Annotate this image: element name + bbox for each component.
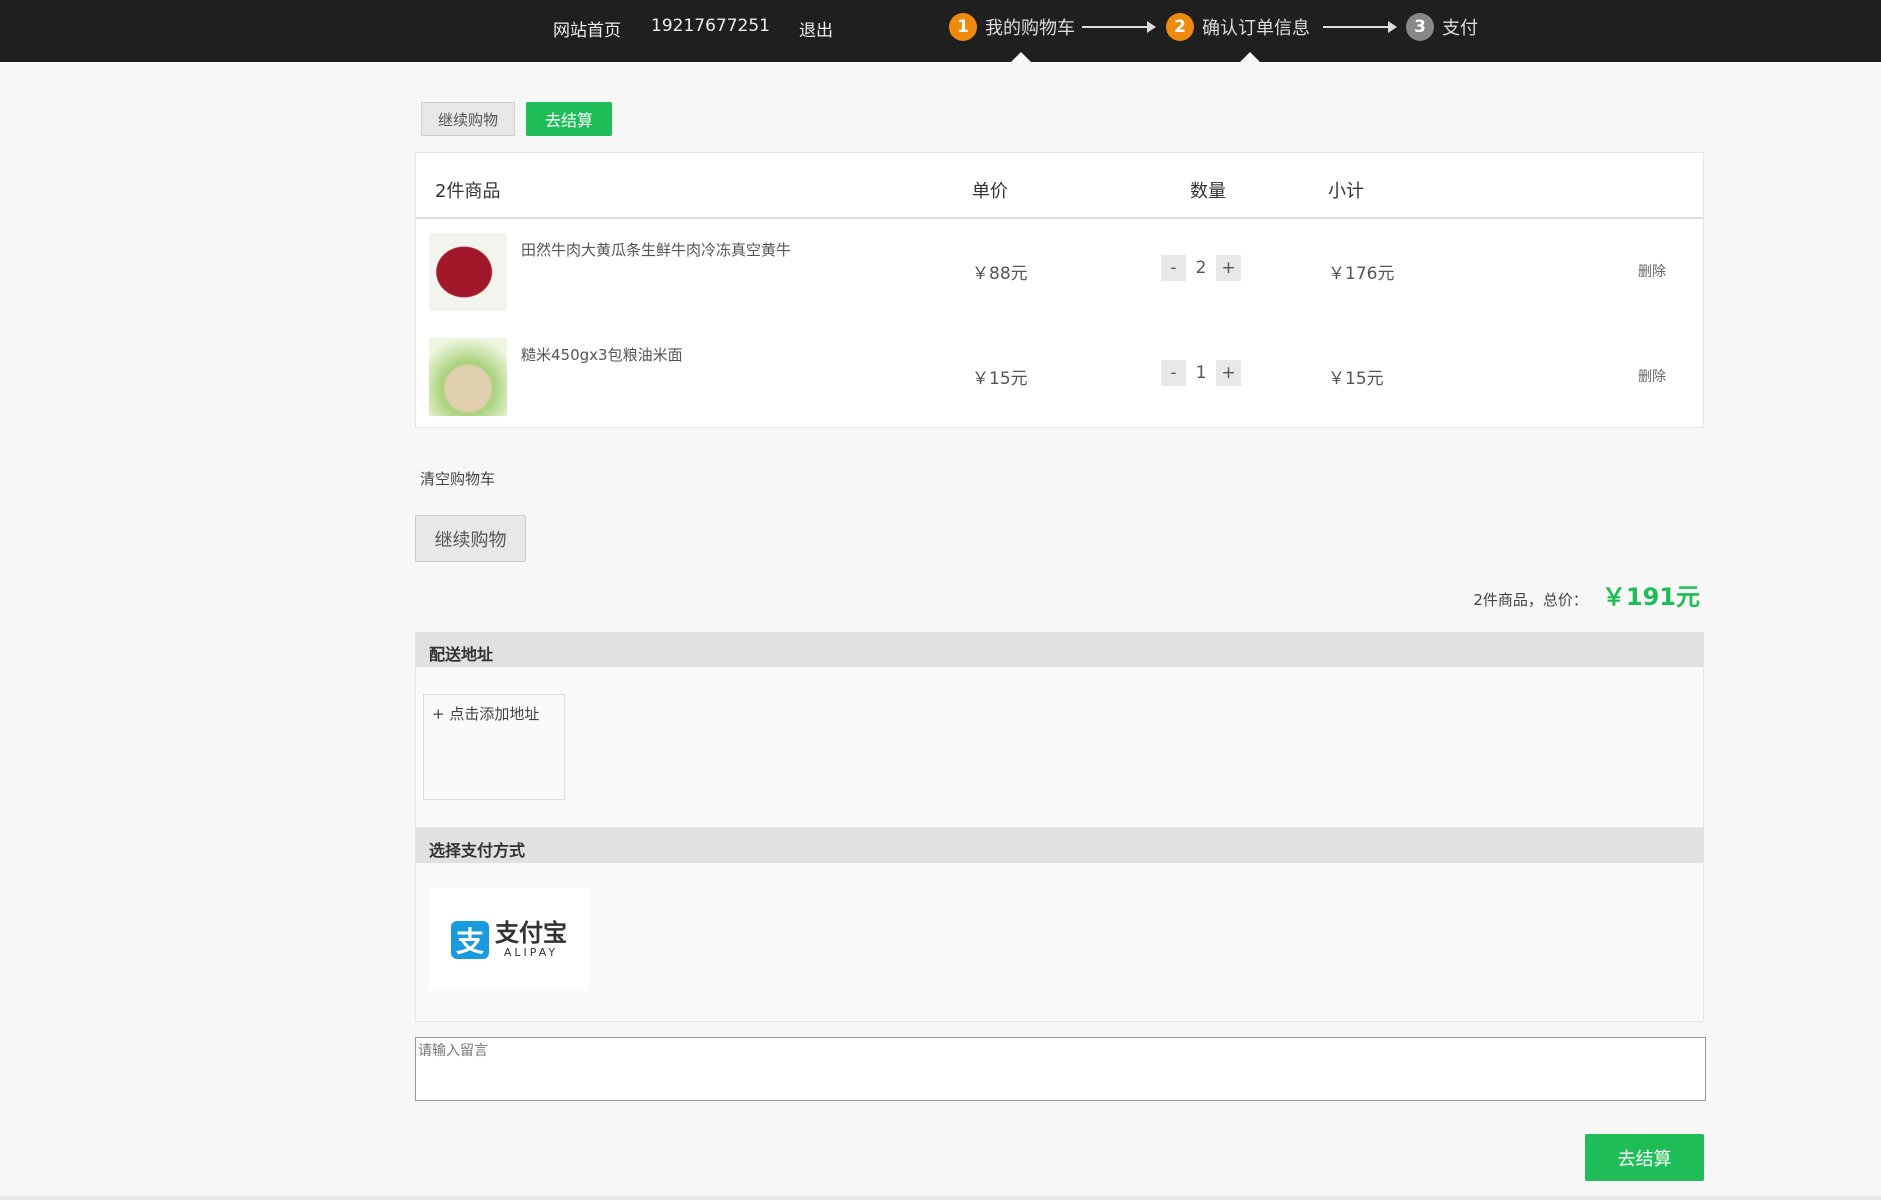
- user-phone[interactable]: 19217677251: [651, 16, 770, 36]
- step-pay: 3 支付: [1406, 13, 1478, 41]
- alipay-option[interactable]: 支 支付宝 ALIPAY: [429, 888, 589, 991]
- step-confirm: 2 确认订单信息: [1166, 13, 1310, 41]
- address-section: + 点击添加地址: [415, 667, 1704, 828]
- alipay-en: ALIPAY: [504, 946, 558, 959]
- payment-section-title: 选择支付方式: [415, 828, 1704, 863]
- table-row: 糙米450gx3包粮油米面 ￥15元 -1+ ￥15元 删除: [416, 338, 1703, 428]
- step-number: 3: [1406, 13, 1434, 41]
- home-link[interactable]: 网站首页: [553, 16, 621, 41]
- product-name[interactable]: 糙米450gx3包粮油米面: [521, 344, 683, 365]
- unit-price: ￥88元: [972, 259, 1028, 284]
- notch-indicator: [1011, 52, 1031, 62]
- add-address-card[interactable]: + 点击添加地址: [423, 694, 565, 800]
- quantity-stepper: -2+: [1161, 255, 1241, 281]
- step-number: 2: [1166, 13, 1194, 41]
- cart-table: 2件商品 单价 数量 小计 田然牛肉大黄瓜条生鲜牛肉冷冻真空黄牛 ￥88元 -2…: [415, 152, 1704, 428]
- alipay-logo-icon: 支: [451, 921, 489, 959]
- product-image[interactable]: [429, 338, 507, 416]
- message-input[interactable]: [415, 1037, 1706, 1101]
- header-price: 单价: [972, 177, 1008, 203]
- address-section-title: 配送地址: [415, 632, 1704, 667]
- delete-link[interactable]: 删除: [1638, 366, 1666, 386]
- subtotal: ￥15元: [1328, 364, 1384, 389]
- order-summary: 2件商品，总价： ￥191元: [1473, 577, 1700, 612]
- decrement-button[interactable]: -: [1161, 255, 1186, 281]
- divider: [416, 217, 1703, 219]
- quantity-stepper: -1+: [1161, 360, 1241, 386]
- checkout-button[interactable]: 去结算: [526, 102, 612, 136]
- subtotal: ￥176元: [1328, 259, 1394, 284]
- product-image[interactable]: [429, 233, 507, 311]
- submit-order-button[interactable]: 去结算: [1585, 1134, 1704, 1181]
- quantity-input[interactable]: 1: [1186, 360, 1216, 386]
- top-bar: 网站首页 19217677251 退出 1 我的购物车 2 确认订单信息 3 支付: [0, 0, 1881, 62]
- product-name[interactable]: 田然牛肉大黄瓜条生鲜牛肉冷冻真空黄牛: [521, 239, 791, 260]
- decrement-button[interactable]: -: [1161, 360, 1186, 386]
- delete-link[interactable]: 删除: [1638, 261, 1666, 281]
- step-label: 我的购物车: [985, 14, 1075, 40]
- clear-cart-link[interactable]: 清空购物车: [420, 468, 495, 489]
- quantity-input[interactable]: 2: [1186, 255, 1216, 281]
- header-qty: 数量: [1190, 177, 1226, 203]
- total-price: ￥191元: [1602, 577, 1700, 612]
- step-label: 支付: [1442, 14, 1478, 40]
- table-row: 田然牛肉大黄瓜条生鲜牛肉冷冻真空黄牛 ￥88元 -2+ ￥176元 删除: [416, 233, 1703, 323]
- increment-button[interactable]: +: [1216, 255, 1241, 281]
- step-cart: 1 我的购物车: [949, 13, 1075, 41]
- continue-shopping-large-button[interactable]: 继续购物: [415, 515, 526, 562]
- header-items: 2件商品: [435, 177, 500, 203]
- header-subtotal: 小计: [1328, 177, 1364, 203]
- increment-button[interactable]: +: [1216, 360, 1241, 386]
- arrow-icon: [1323, 26, 1395, 28]
- payment-section: 支 支付宝 ALIPAY: [415, 863, 1704, 1022]
- unit-price: ￥15元: [972, 364, 1028, 389]
- summary-label: 2件商品，总价：: [1473, 589, 1588, 610]
- continue-shopping-button[interactable]: 继续购物: [421, 102, 515, 136]
- alipay-name: 支付宝: [495, 920, 567, 946]
- logout-link[interactable]: 退出: [799, 16, 833, 41]
- step-label: 确认订单信息: [1202, 14, 1310, 40]
- notch-indicator: [1240, 52, 1260, 62]
- step-number: 1: [949, 13, 977, 41]
- arrow-icon: [1082, 26, 1154, 28]
- bottom-border: [0, 1196, 1881, 1200]
